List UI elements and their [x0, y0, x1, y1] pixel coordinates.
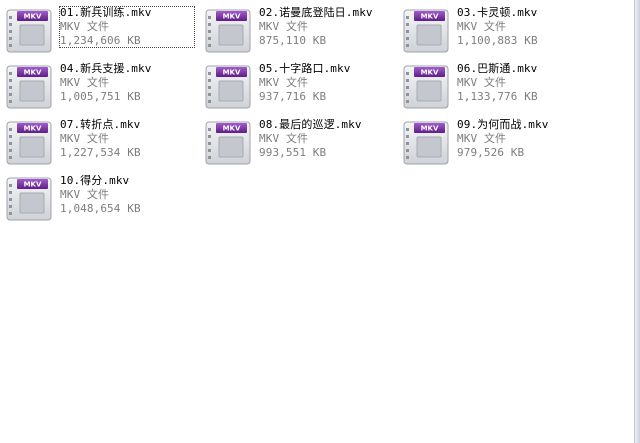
icon-badge-text: MKV	[421, 13, 439, 21]
icon-badge-text: MKV	[421, 69, 439, 77]
file-type: MKV 文件	[457, 20, 507, 33]
file-size: 875,110 KB	[259, 34, 327, 47]
file-size: 979,526 KB	[457, 146, 525, 159]
file-item[interactable]: MKV 04.新兵支援.mkv MKV 文件 1,005,751 KB	[0, 60, 190, 112]
file-size: 1,100,883 KB	[457, 34, 538, 47]
file-type: MKV 文件	[457, 76, 507, 89]
icon-badge-text: MKV	[24, 13, 42, 21]
mkv-video-icon[interactable]: MKV	[205, 64, 251, 110]
icon-badge-text: MKV	[223, 69, 241, 77]
mkv-video-icon[interactable]: MKV	[205, 120, 251, 166]
file-size: 937,716 KB	[259, 90, 327, 103]
file-item[interactable]: MKV 01.新兵训练.mkv MKV 文件 1,234,606 KB	[0, 4, 195, 56]
icon-badge-text: MKV	[223, 13, 241, 21]
mkv-video-icon[interactable]: MKV	[6, 176, 52, 222]
file-name[interactable]: 09.为何而战.mkv	[456, 118, 549, 132]
file-name[interactable]: 04.新兵支援.mkv	[59, 62, 152, 76]
file-type: MKV 文件	[60, 188, 110, 201]
file-list-view[interactable]: MKV 01.新兵训练.mkv MKV 文件 1,234,606 KB MKV	[0, 0, 634, 443]
window-right-edge	[634, 0, 640, 443]
file-name[interactable]: 05.十字路口.mkv	[258, 62, 351, 76]
file-type: MKV 文件	[60, 20, 110, 33]
mkv-video-icon[interactable]: MKV	[6, 64, 52, 110]
file-item[interactable]: MKV 06.巴斯通.mkv MKV 文件 1,133,776 KB	[397, 60, 587, 112]
file-type: MKV 文件	[60, 132, 110, 145]
mkv-video-icon[interactable]: MKV	[6, 120, 52, 166]
file-type: MKV 文件	[259, 132, 309, 145]
file-type: MKV 文件	[457, 132, 507, 145]
file-name[interactable]: 02.诺曼底登陆日.mkv	[258, 6, 374, 20]
file-size: 1,048,654 KB	[60, 202, 141, 215]
file-size: 993,551 KB	[259, 146, 327, 159]
icon-badge-text: MKV	[24, 69, 42, 77]
icon-badge-text: MKV	[24, 125, 42, 133]
file-size: 1,005,751 KB	[60, 90, 141, 103]
icon-badge-text: MKV	[24, 181, 42, 189]
file-name[interactable]: 06.巴斯通.mkv	[456, 62, 538, 76]
file-item[interactable]: MKV 05.十字路口.mkv MKV 文件 937,716 KB	[199, 60, 389, 112]
file-name[interactable]: 03.卡灵顿.mkv	[456, 6, 538, 20]
file-size: 1,133,776 KB	[457, 90, 538, 103]
file-item[interactable]: MKV 03.卡灵顿.mkv MKV 文件 1,100,883 KB	[397, 4, 587, 56]
mkv-video-icon[interactable]: MKV	[205, 8, 251, 54]
file-item[interactable]: MKV 08.最后的巡逻.mkv MKV 文件 993,551 KB	[199, 116, 389, 168]
mkv-video-icon[interactable]: MKV	[403, 8, 449, 54]
mkv-video-icon[interactable]: MKV	[403, 64, 449, 110]
file-item[interactable]: MKV 07.转折点.mkv MKV 文件 1,227,534 KB	[0, 116, 190, 168]
file-name[interactable]: 08.最后的巡逻.mkv	[258, 118, 363, 132]
file-type: MKV 文件	[60, 76, 110, 89]
icon-badge-text: MKV	[421, 125, 439, 133]
file-size: 1,227,534 KB	[60, 146, 141, 159]
icon-badge-text: MKV	[223, 125, 241, 133]
file-item[interactable]: MKV 02.诺曼底登陆日.mkv MKV 文件 875,110 KB	[199, 4, 389, 56]
file-name[interactable]: 07.转折点.mkv	[59, 118, 141, 132]
file-item[interactable]: MKV 09.为何而战.mkv MKV 文件 979,526 KB	[397, 116, 587, 168]
file-size: 1,234,606 KB	[60, 34, 141, 47]
file-name[interactable]: 10.得分.mkv	[59, 174, 130, 188]
file-type: MKV 文件	[259, 20, 309, 33]
file-type: MKV 文件	[259, 76, 309, 89]
mkv-video-icon[interactable]: MKV	[6, 8, 52, 54]
mkv-video-icon[interactable]: MKV	[403, 120, 449, 166]
file-name[interactable]: 01.新兵训练.mkv	[59, 6, 152, 20]
file-item[interactable]: MKV 10.得分.mkv MKV 文件 1,048,654 KB	[0, 172, 190, 224]
